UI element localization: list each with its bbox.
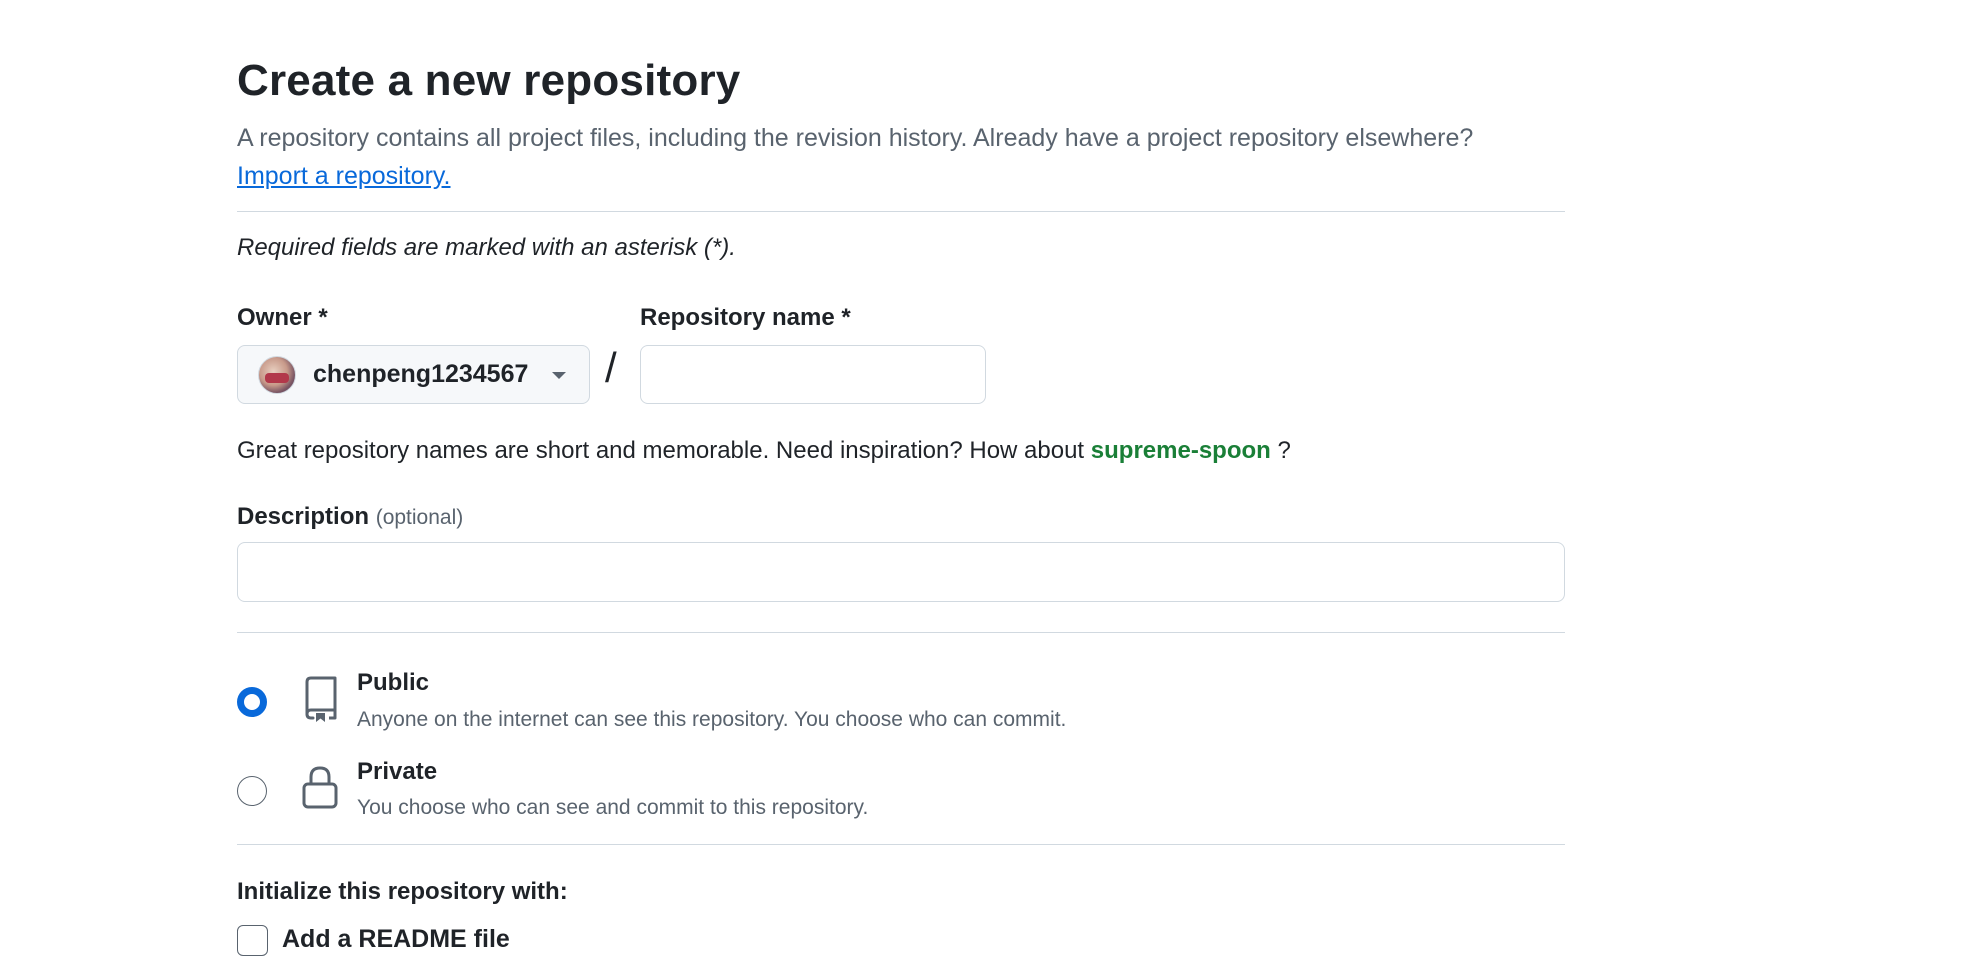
- name-suggestion-hint: Great repository names are short and mem…: [237, 437, 1291, 465]
- import-repository-link[interactable]: Import a repository.: [237, 162, 451, 191]
- readme-checkbox[interactable]: [237, 925, 268, 956]
- caret-down-icon: [552, 372, 566, 379]
- visibility-divider: [237, 844, 1565, 845]
- owner-name: chenpeng1234567: [313, 360, 529, 388]
- lock-icon: [302, 766, 338, 809]
- repository-name-input[interactable]: [640, 345, 986, 404]
- private-radio[interactable]: [237, 776, 267, 806]
- repository-name-label: Repository name *: [640, 304, 851, 331]
- required-fields-note: Required fields are marked with an aster…: [237, 234, 736, 261]
- description-divider: [237, 632, 1565, 633]
- readme-checkbox-label[interactable]: Add a README file: [282, 925, 510, 954]
- private-title: Private: [357, 758, 438, 785]
- owner-repo-separator: /: [605, 344, 617, 391]
- repo-icon: [305, 676, 337, 722]
- hint-text: Great repository names are short and mem…: [237, 437, 1085, 464]
- description-label-text: Description: [237, 503, 370, 530]
- description-input[interactable]: [237, 542, 1565, 602]
- public-description: Anyone on the internet can see this repo…: [357, 708, 1067, 731]
- page-title: Create a new repository: [237, 56, 741, 105]
- private-description: You choose who can see and commit to thi…: [357, 796, 869, 819]
- suggested-name-link[interactable]: supreme-spoon: [1091, 437, 1271, 464]
- initialize-section-title: Initialize this repository with:: [237, 878, 568, 905]
- public-title: Public: [357, 669, 430, 696]
- owner-label: Owner *: [237, 304, 328, 331]
- owner-dropdown[interactable]: chenpeng1234567: [237, 345, 590, 404]
- hint-suffix: ?: [1277, 437, 1291, 464]
- optional-tag: (optional): [375, 506, 464, 529]
- public-radio[interactable]: [237, 687, 267, 717]
- page-subtitle: A repository contains all project files,…: [237, 124, 1474, 152]
- description-label: Description (optional): [237, 503, 463, 531]
- header-divider: [237, 211, 1565, 212]
- avatar: [258, 356, 296, 394]
